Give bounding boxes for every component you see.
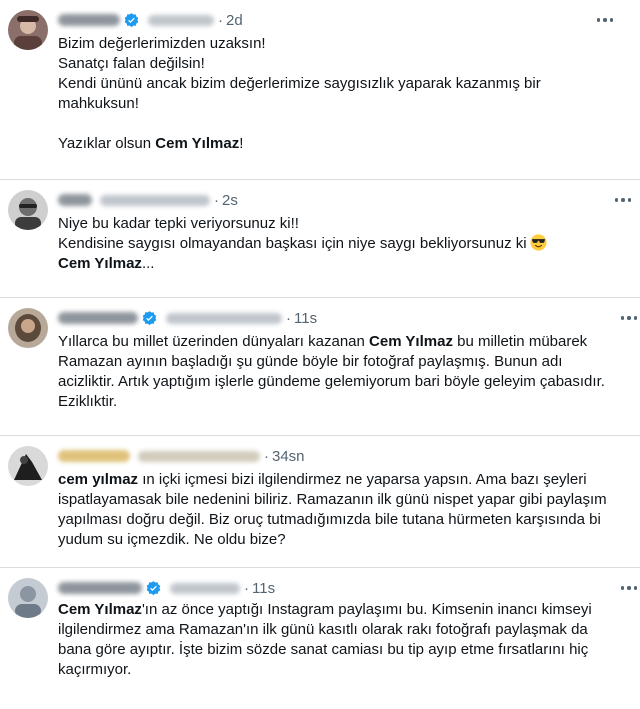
more-dots-icon (596, 18, 601, 22)
tweet-4[interactable]: · 34sn cem yılmaz ın içki içmesi bizi il… (0, 436, 640, 568)
more-dots-icon (614, 198, 619, 202)
more-options-button[interactable] (618, 578, 640, 598)
tweet-line: Cem Yılmaz'ın az önce yaptığı Instagram … (58, 601, 592, 678)
user-handle[interactable] (170, 582, 240, 594)
user-name[interactable] (58, 582, 142, 594)
separator-dot: · (244, 579, 249, 597)
tweet-line (58, 114, 623, 134)
tweet-line: Cem Yılmaz... (58, 255, 155, 272)
tweet-line: cem yılmaz ın içki içmesi bizi ilgilendi… (58, 471, 607, 548)
more-options-button[interactable] (612, 190, 634, 210)
tweet-header: · 2d (58, 10, 243, 30)
user-name[interactable] (58, 312, 138, 324)
tweet-header: · 11s (58, 308, 317, 328)
user-name[interactable] (58, 450, 130, 462)
user-handle[interactable] (148, 14, 214, 26)
tweet-line: Sanatçı falan değilsin! (58, 55, 205, 72)
more-options-button[interactable] (618, 308, 640, 328)
more-options-button[interactable] (594, 10, 616, 30)
separator-dot: · (264, 447, 269, 465)
avatar[interactable] (8, 578, 48, 618)
tweet-line: Kendi ününü ancak bizim değerlerimize sa… (58, 75, 541, 112)
mention-cem-yilmaz: Cem Yılmaz (369, 333, 453, 350)
tweet-2[interactable]: · 2s Niye bu kadar tepki veriyorsunuz ki… (0, 180, 640, 298)
tweet-text: Cem Yılmaz'ın az önce yaptığı Instagram … (58, 600, 623, 680)
tweet-line: Kendisine saygısı olmayandan başkası içi… (58, 234, 623, 254)
tweet-5[interactable]: · 11s Cem Yılmaz'ın az önce yaptığı Inst… (0, 568, 640, 709)
separator-dot: · (286, 309, 291, 327)
tweet-header: · 11s (58, 578, 275, 598)
mention-cem-yilmaz: Cem Yılmaz (58, 601, 142, 618)
avatar[interactable] (8, 190, 48, 230)
timestamp[interactable]: 2d (226, 12, 243, 29)
tweet-line: Yazıklar olsun Cem Yılmaz! (58, 135, 244, 152)
more-dots-icon (620, 586, 625, 590)
timestamp[interactable]: 34sn (272, 448, 305, 465)
user-handle[interactable] (100, 194, 210, 206)
avatar[interactable] (8, 10, 48, 50)
user-handle[interactable] (166, 312, 282, 324)
separator-dot: · (218, 11, 223, 29)
mention-cem-yilmaz: Cem Yılmaz (155, 135, 240, 152)
user-name[interactable] (58, 14, 120, 26)
mention-cem-yilmaz: Cem Yılmaz (58, 255, 142, 272)
timestamp[interactable]: 2s (222, 192, 238, 209)
tweet-1[interactable]: · 2d Bizim değerlerimizden uzaksın! Sana… (0, 0, 640, 180)
timestamp[interactable]: 11s (294, 310, 317, 327)
mention-cem-yilmaz: cem yılmaz (58, 471, 139, 488)
tweet-text: Niye bu kadar tepki veriyorsunuz ki!! Ke… (58, 214, 623, 274)
user-name[interactable] (58, 194, 92, 206)
user-handle[interactable] (138, 450, 260, 462)
tweet-line: Bizim değerlerimizden uzaksın! (58, 35, 266, 52)
timestamp[interactable]: 11s (252, 580, 275, 597)
tweet-line: Niye bu kadar tepki veriyorsunuz ki!! (58, 215, 299, 232)
verified-badge-icon (123, 12, 140, 29)
sunglasses-emoji (530, 234, 547, 251)
tweet-text: Yıllarca bu millet üzerinden dünyaları k… (58, 332, 623, 412)
separator-dot: · (214, 191, 219, 209)
avatar[interactable] (8, 446, 48, 486)
tweet-text: cem yılmaz ın içki içmesi bizi ilgilendi… (58, 470, 623, 550)
tweet-line: Yıllarca bu millet üzerinden dünyaları k… (58, 333, 605, 410)
verified-badge-icon (145, 580, 162, 597)
avatar[interactable] (8, 308, 48, 348)
tweet-header: · 2s (58, 190, 238, 210)
tweet-header: · 34sn (58, 446, 305, 466)
tweet-text: Bizim değerlerimizden uzaksın! Sanatçı f… (58, 34, 623, 154)
verified-badge-icon (141, 310, 158, 327)
tweet-3[interactable]: · 11s Yıllarca bu millet üzerinden dünya… (0, 298, 640, 436)
more-dots-icon (620, 316, 625, 320)
